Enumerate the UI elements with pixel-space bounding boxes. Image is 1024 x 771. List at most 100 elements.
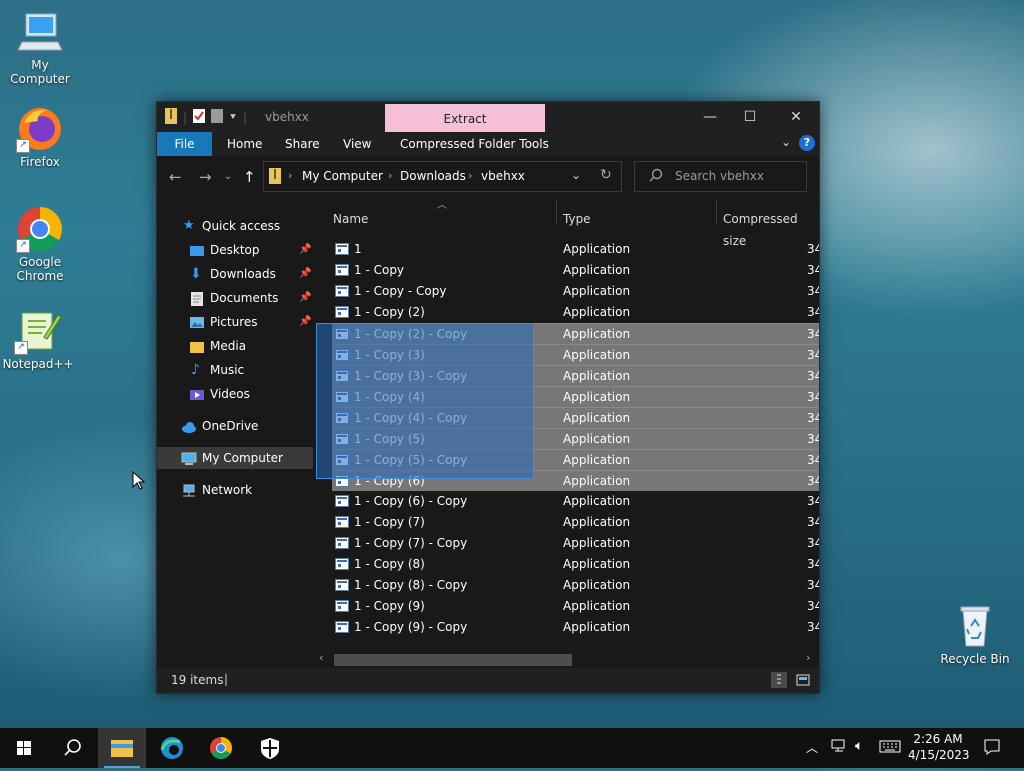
file-compressed-size: 34 [807, 432, 819, 446]
breadcrumb-my-computer[interactable]: My Computer [302, 169, 383, 183]
help-icon[interactable]: ? [799, 135, 815, 151]
properties-icon[interactable] [193, 109, 206, 126]
file-row[interactable]: 1 - Copy (2) Application 34 [332, 302, 819, 323]
nav-item-music[interactable]: ♪ Music [157, 359, 313, 381]
details-view-icon[interactable] [771, 672, 787, 688]
file-row[interactable]: 1 - Copy - Copy Application 34 [332, 281, 819, 302]
nav-item-network[interactable]: Network [157, 479, 313, 501]
tab-share[interactable]: Share [285, 132, 320, 156]
breadcrumb-separator-icon[interactable]: › [388, 169, 392, 182]
file-compressed-size: 34 [807, 599, 819, 613]
search-button[interactable] [48, 728, 96, 768]
desktop-icon-notepad-plus-plus[interactable]: ↗ Notepad++ [0, 307, 78, 371]
file-row[interactable]: 1 - Copy (7) - Copy Application 34 [332, 533, 819, 554]
desktop-folder-icon [190, 243, 204, 257]
customize-quick-access-icon[interactable]: ⯆ [229, 112, 237, 123]
forward-icon[interactable]: → [199, 168, 212, 186]
column-header-type[interactable]: Type [563, 208, 591, 230]
file-row[interactable]: 1 - Copy Application 34 [332, 260, 819, 281]
file-list[interactable]: ︿ Name Type Compressed size 1 Application… [316, 196, 819, 668]
maximize-button[interactable]: ☐ [727, 102, 773, 132]
address-bar[interactable]: › My Computer › Downloads › vbehxx ⌄ ↻ [263, 161, 622, 192]
taskbar-file-explorer[interactable] [98, 728, 146, 768]
expand-ribbon-icon[interactable]: ⌄ [781, 135, 791, 149]
file-row[interactable]: 1 - Copy (9) Application 34 [332, 596, 819, 617]
title-bar[interactable]: | ⯆ | vbehxx Extract — ☐ ✕ [157, 102, 819, 132]
pin-icon[interactable]: 📌 [299, 287, 311, 309]
status-bar: 19 items | [157, 668, 819, 693]
music-icon: ♪ [191, 362, 200, 378]
computer-icon [16, 8, 64, 56]
file-row[interactable]: 1 - Copy (8) Application 34 [332, 554, 819, 575]
file-type: Application [563, 536, 631, 550]
file-row[interactable]: 1 - Copy (9) - Copy Application 34 [332, 617, 819, 638]
nav-item-desktop[interactable]: Desktop 📌 [157, 239, 313, 261]
nav-item-quick-access[interactable]: ★ Quick access [157, 215, 313, 237]
file-row[interactable]: 1 - Copy (6) - Copy Application 34 [332, 491, 819, 512]
scroll-right-icon[interactable]: › [806, 651, 810, 664]
volume-icon[interactable]: 🔈︎ [855, 738, 863, 754]
explorer-window[interactable]: | ⯆ | vbehxx Extract — ☐ ✕ File Home Sha… [156, 101, 820, 694]
file-row[interactable]: 1 - Copy (7) Application 34 [332, 512, 819, 533]
column-header-compressed-size[interactable]: Compressed size [723, 208, 819, 248]
tab-file[interactable]: File [157, 132, 212, 156]
file-name: 1 [354, 242, 362, 256]
nav-item-downloads[interactable]: ⬇ Downloads 📌 [157, 263, 313, 285]
taskbar-chrome[interactable] [197, 728, 245, 768]
pin-icon[interactable]: 📌 [299, 311, 311, 333]
close-button[interactable]: ✕ [773, 102, 819, 132]
clock[interactable]: 2:26 AM 4/15/2023 [908, 731, 970, 763]
address-dropdown-icon[interactable]: ⌄ [571, 168, 581, 182]
back-icon[interactable]: ← [169, 168, 182, 186]
pin-icon[interactable]: 📌 [299, 263, 311, 285]
notifications-icon[interactable] [983, 738, 1001, 760]
file-row[interactable]: 1 - Copy (8) - Copy Application 34 [332, 575, 819, 596]
application-icon [335, 264, 349, 276]
taskbar-edge[interactable] [148, 728, 196, 768]
tab-view[interactable]: View [343, 132, 371, 156]
desktop-icon-my-computer[interactable]: My Computer [0, 8, 80, 86]
breadcrumb-vbehxx[interactable]: vbehxx [481, 169, 525, 183]
column-header-name[interactable]: Name [333, 208, 368, 230]
scroll-left-icon[interactable]: ‹ [319, 651, 323, 664]
refresh-icon[interactable]: ↻ [600, 167, 612, 183]
clock-date: 4/15/2023 [908, 748, 970, 762]
search-box[interactable]: Search vbehxx [634, 161, 807, 192]
file-compressed-size: 34 [807, 284, 819, 298]
nav-item-videos[interactable]: Videos [157, 383, 313, 405]
file-row[interactable]: 1 Application 34 [332, 239, 819, 260]
windows-logo-icon [17, 741, 31, 755]
new-folder-icon[interactable] [211, 109, 224, 126]
keyboard-icon[interactable] [879, 738, 901, 758]
tab-extract[interactable]: Extract [385, 104, 545, 132]
nav-item-documents[interactable]: Documents 📌 [157, 287, 313, 309]
desktop-icon-recycle-bin[interactable]: Recycle Bin [935, 602, 1015, 666]
horizontal-scroll-thumb[interactable] [334, 654, 572, 666]
show-hidden-icons-icon[interactable]: ︿ [806, 739, 818, 756]
application-icon [335, 306, 349, 318]
horizontal-scrollbar[interactable]: ‹ › [316, 650, 819, 668]
nav-item-media[interactable]: Media [157, 335, 313, 357]
up-icon[interactable]: ↑ [243, 168, 256, 186]
desktop-icon-firefox[interactable]: ↗ Firefox [0, 105, 80, 169]
desktop-icon-google-chrome[interactable]: ↗ Google Chrome [0, 205, 80, 283]
column-divider[interactable] [556, 200, 557, 224]
column-divider[interactable] [716, 200, 717, 224]
pin-icon[interactable]: 📌 [299, 239, 311, 261]
start-button[interactable] [0, 728, 48, 768]
breadcrumb-separator-icon[interactable]: › [468, 169, 472, 182]
breadcrumb-downloads[interactable]: Downloads [400, 169, 466, 183]
network-tray-icon[interactable] [831, 738, 847, 758]
nav-item-pictures[interactable]: Pictures 📌 [157, 311, 313, 333]
recent-locations-icon[interactable]: ⌄ [224, 171, 232, 182]
application-icon [335, 495, 349, 507]
nav-item-my-computer[interactable]: My Computer [157, 447, 313, 469]
breadcrumb-separator-icon[interactable]: › [288, 169, 292, 182]
tab-home[interactable]: Home [227, 132, 262, 156]
tab-compressed-folder-tools[interactable]: Compressed Folder Tools [400, 132, 549, 156]
large-icons-view-icon[interactable] [795, 672, 811, 688]
file-compressed-size: 34 [807, 390, 819, 404]
nav-item-onedrive[interactable]: OneDrive [157, 415, 313, 437]
file-compressed-size: 34 [807, 305, 819, 319]
taskbar-security[interactable] [246, 728, 294, 768]
